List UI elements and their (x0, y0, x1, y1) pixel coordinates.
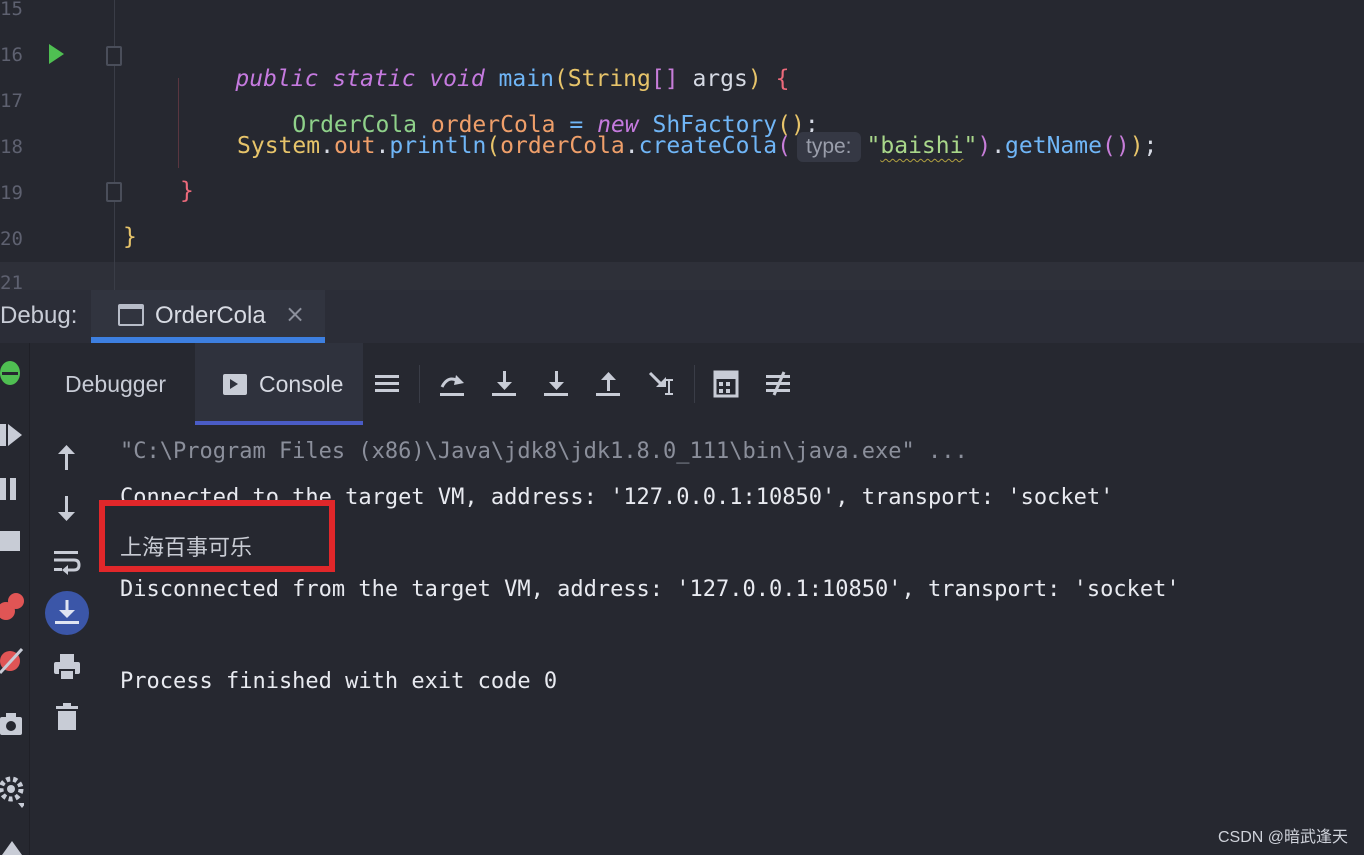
semicolon: ; (1143, 133, 1158, 159)
annotation-highlight-box (99, 500, 335, 572)
close-icon[interactable]: × (285, 300, 305, 328)
run-config-tab[interactable]: OrderCola × (91, 290, 325, 343)
camera-icon[interactable] (0, 709, 24, 737)
bug-icon[interactable] (0, 355, 24, 387)
parameter-hint: type: (796, 132, 861, 162)
run-to-cursor-icon[interactable] (646, 369, 676, 399)
dot: . (320, 133, 334, 159)
window-icon (118, 304, 144, 326)
code-line-18[interactable]: System.out.println(orderCola.createCola(… (237, 132, 1157, 162)
string-literal: baishi (880, 133, 964, 159)
up-arrow-icon[interactable] (52, 442, 82, 472)
indent-guide (178, 78, 179, 168)
tab-console[interactable]: Console (195, 343, 363, 425)
debug-left-toolbar (0, 343, 30, 855)
toolbar-divider (694, 365, 695, 403)
down-arrow-icon[interactable] (52, 494, 82, 524)
pin-icon[interactable] (0, 837, 24, 855)
soft-wrap-icon[interactable] (52, 546, 82, 576)
paren: () (1101, 133, 1130, 159)
console-output[interactable]: "C:\Program Files (x86)\Java\jdk8\jdk1.8… (100, 425, 1364, 855)
console-line-exit: Process finished with exit code 0 (120, 669, 558, 694)
line-number: 21 (0, 272, 23, 290)
paren: ( (777, 133, 791, 159)
paren: ) (1129, 133, 1144, 159)
print-icon[interactable] (52, 652, 82, 682)
paren: ( (486, 133, 501, 159)
line-number: 17 (0, 90, 23, 112)
line-number: 16 (0, 44, 23, 66)
step-over-icon[interactable] (438, 369, 468, 399)
fold-icon[interactable] (106, 46, 122, 66)
debug-tool-window-header: Debug: OrderCola × (0, 290, 1364, 343)
line-number: 20 (0, 228, 23, 250)
method-name: getName (1005, 133, 1102, 159)
class-name: System (237, 133, 321, 159)
trace-stream-icon[interactable] (764, 369, 794, 399)
stop-icon[interactable] (0, 529, 24, 553)
debug-panel-toolbar: Debugger Console (30, 343, 1364, 425)
settings-icon[interactable] (0, 775, 24, 809)
tab-debugger[interactable]: Debugger (65, 371, 166, 398)
method-name: println (389, 133, 487, 159)
scroll-to-end-icon[interactable] (44, 590, 90, 636)
evaluate-expression-icon[interactable] (712, 369, 742, 399)
fold-guide (114, 0, 115, 290)
code-line-19[interactable]: } (180, 178, 194, 204)
step-out-icon[interactable] (594, 369, 624, 399)
code-line-20[interactable]: } (123, 224, 137, 250)
run-gutter-icon[interactable] (49, 44, 64, 64)
watermark: CSDN @暗武逢天 (1217, 829, 1348, 846)
step-into-icon[interactable] (490, 369, 520, 399)
console-icon (223, 374, 247, 395)
line-number: 15 (0, 0, 23, 20)
method-name: createCola (638, 133, 778, 159)
brace: } (180, 178, 194, 204)
variable-name: orderCola (500, 133, 625, 159)
string-quote: " (866, 133, 881, 159)
line-number: 18 (0, 136, 23, 158)
pause-icon[interactable] (0, 475, 24, 503)
toolbar-divider (419, 365, 420, 403)
current-line-highlight (0, 262, 1364, 290)
dot: . (991, 133, 1006, 159)
menu-icon[interactable] (373, 369, 403, 399)
string-quote: " (963, 133, 978, 159)
field-name: out (333, 133, 376, 159)
force-step-into-icon[interactable] (542, 369, 572, 399)
console-line-command: "C:\Program Files (x86)\Java\jdk8\jdk1.8… (120, 439, 968, 464)
debug-label: Debug: (0, 302, 78, 329)
run-config-tab-label: OrderCola (155, 302, 266, 329)
view-breakpoints-icon[interactable] (0, 591, 24, 623)
console-line-disconnected: Disconnected from the target VM, address… (120, 577, 1180, 602)
brace: } (123, 224, 137, 250)
trash-icon[interactable] (52, 702, 82, 732)
paren: ) (977, 133, 992, 159)
fold-icon[interactable] (106, 182, 122, 202)
dot: . (375, 133, 390, 159)
tab-console-label: Console (259, 371, 344, 397)
mute-breakpoints-icon[interactable] (0, 645, 24, 677)
resume-icon[interactable] (0, 421, 24, 449)
line-number: 19 (0, 182, 23, 204)
dot: . (624, 133, 639, 159)
code-editor[interactable]: 15 16 17 18 19 20 21 public static void … (0, 0, 1364, 290)
